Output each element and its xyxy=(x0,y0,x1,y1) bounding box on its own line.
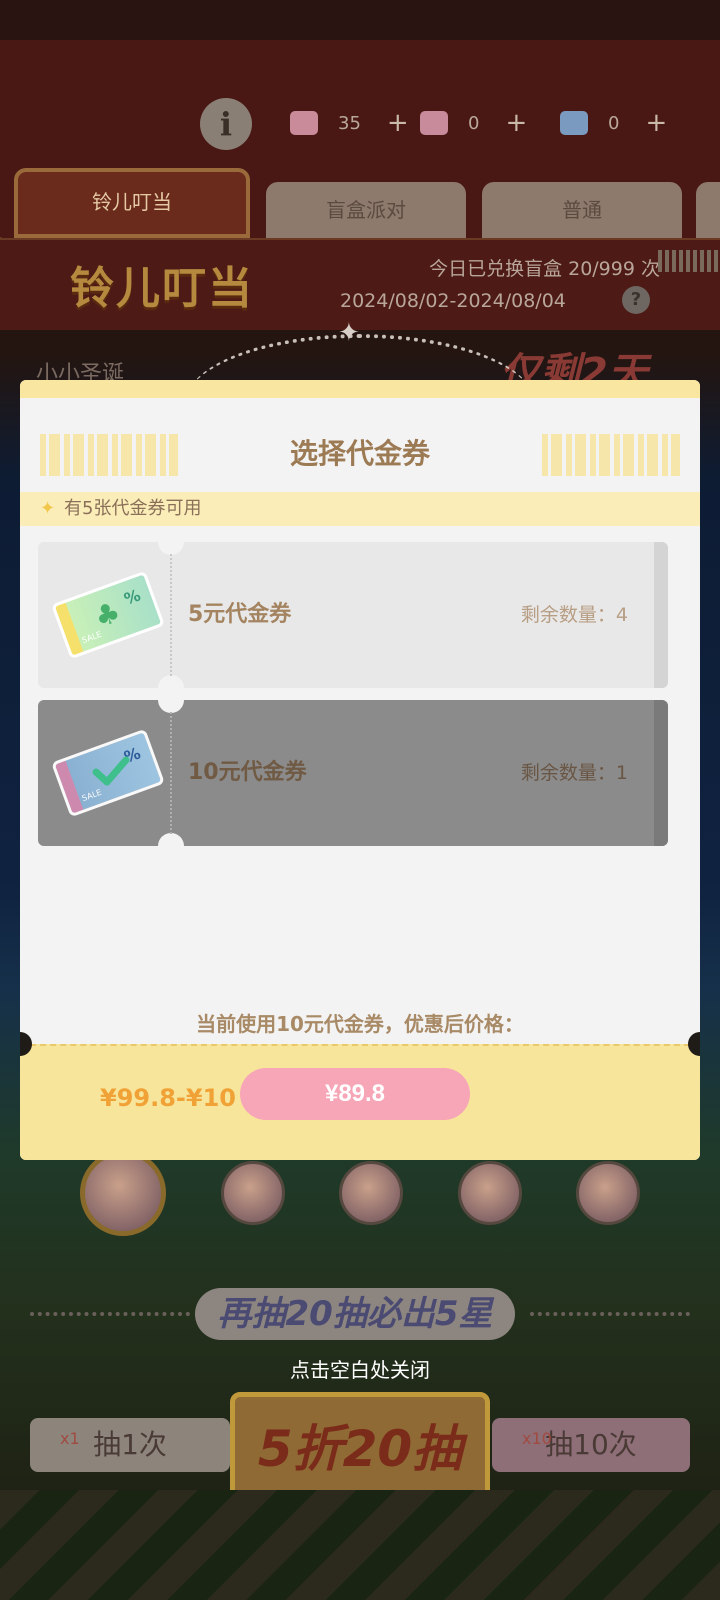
ticket-edge xyxy=(654,700,668,846)
event-date-range: 2024/08/02-2024/08/04 xyxy=(340,290,566,312)
plus-icon[interactable]: + xyxy=(505,108,527,138)
tab-lingerdingdang[interactable]: 铃儿叮当 xyxy=(14,168,250,238)
plus-icon[interactable]: + xyxy=(645,108,667,138)
blue-ticket-icon xyxy=(560,111,588,135)
sparkle-icon: ✦ xyxy=(338,318,360,348)
ticket-notch xyxy=(158,687,184,713)
ticket-edge xyxy=(654,542,668,688)
divider xyxy=(30,1312,190,1316)
plus-icon[interactable]: + xyxy=(387,108,409,138)
character-avatar[interactable] xyxy=(457,1161,522,1225)
selected-voucher-info: 当前使用10元代金券，优惠后价格： xyxy=(196,1012,524,1036)
draw-once-button[interactable]: 抽1次 x1 xyxy=(30,1418,230,1472)
currency-value: 0 xyxy=(608,112,620,134)
exchange-count: 今日已兑换盲盒 20/999 次 xyxy=(429,258,660,280)
star-ticket-icon xyxy=(290,111,318,135)
available-hint: ✦ 有5张代金券可用 xyxy=(20,492,700,526)
banner-title: 铃儿叮当 xyxy=(70,263,254,314)
voucher-remaining: 剩余数量：4 xyxy=(520,604,628,626)
barcode-decoration xyxy=(658,250,720,272)
draw-ten-label: 抽10次 xyxy=(545,1428,637,1461)
currency-value: 0 xyxy=(468,112,480,134)
voucher-remaining: 剩余数量：1 xyxy=(520,762,628,784)
tab-blindbox-party[interactable]: 盲盒派对 xyxy=(266,182,466,238)
event-banner: 铃儿叮当 今日已兑换盲盒 20/999 次 2024/08/02-2024/08… xyxy=(0,238,720,330)
clover-icon: ♣ xyxy=(89,594,125,635)
perforation-line xyxy=(170,554,172,676)
currency-value: 35 xyxy=(338,112,361,134)
top-strip xyxy=(0,0,720,44)
available-hint-text: 有5张代金券可用 xyxy=(64,498,202,519)
divider xyxy=(530,1312,690,1316)
draw-ten-button[interactable]: 抽10次 x10 xyxy=(492,1418,690,1472)
pink-ticket-icon xyxy=(420,111,448,135)
character-avatar[interactable] xyxy=(576,1161,640,1225)
check-icon xyxy=(92,756,130,786)
green-voucher-ticket-icon: ♣ % SALE xyxy=(51,570,165,660)
price-formula: ¥99.8-¥10 xyxy=(100,1084,236,1112)
ticket-count: x1 xyxy=(60,1429,80,1448)
pity-counter: 再抽20抽必出5星 xyxy=(195,1288,515,1340)
price-area: ¥99.8-¥10 ¥89.8 xyxy=(20,1044,700,1160)
voucher-5-yuan[interactable]: ♣ % SALE 5元代金券 剩余数量：4 xyxy=(38,529,668,701)
sale-mark: SALE xyxy=(80,629,103,646)
currency-star-tickets: 35 + xyxy=(290,106,409,140)
ticket-count: x10 xyxy=(522,1429,552,1448)
draw-once-label: 抽1次 xyxy=(93,1428,167,1461)
voucher-10-yuan[interactable]: % SALE 10元代金券 剩余数量：1 xyxy=(38,687,668,859)
character-avatar[interactable] xyxy=(339,1161,403,1225)
close-hint: 点击空白处关闭 xyxy=(290,1358,430,1382)
character-selector xyxy=(80,1150,640,1236)
ticket-notch xyxy=(158,833,184,859)
currency-pink-tickets: 0 + xyxy=(420,106,527,140)
help-icon[interactable]: ? xyxy=(622,286,650,314)
confirm-price-button[interactable]: ¥89.8 xyxy=(240,1068,470,1120)
ticket-notch xyxy=(158,529,184,555)
character-avatar[interactable] xyxy=(80,1150,166,1236)
perforation-line xyxy=(170,712,172,834)
currency-blue-tickets: 0 + xyxy=(560,106,667,140)
sparkle-icon: ✦ xyxy=(40,498,56,519)
voucher-name: 5元代金券 xyxy=(188,602,292,627)
percent-icon: % xyxy=(121,585,144,609)
tab-more[interactable] xyxy=(696,182,720,238)
barcode-decoration xyxy=(542,434,680,476)
bottom-stripes xyxy=(0,1490,720,1600)
character-avatar[interactable] xyxy=(220,1161,285,1225)
voucher-name: 10元代金券 xyxy=(188,760,307,785)
modal-top-bar xyxy=(20,380,700,398)
half-price-20-draws-button[interactable]: 5折20抽 xyxy=(230,1392,490,1506)
tab-normal[interactable]: 普通 xyxy=(482,182,682,238)
voucher-select-modal: 选择代金券 ✦ 有5张代金券可用 ♣ % SALE 5元代金券 剩余数量：4 %… xyxy=(20,380,700,1160)
info-icon[interactable]: i xyxy=(200,98,252,150)
